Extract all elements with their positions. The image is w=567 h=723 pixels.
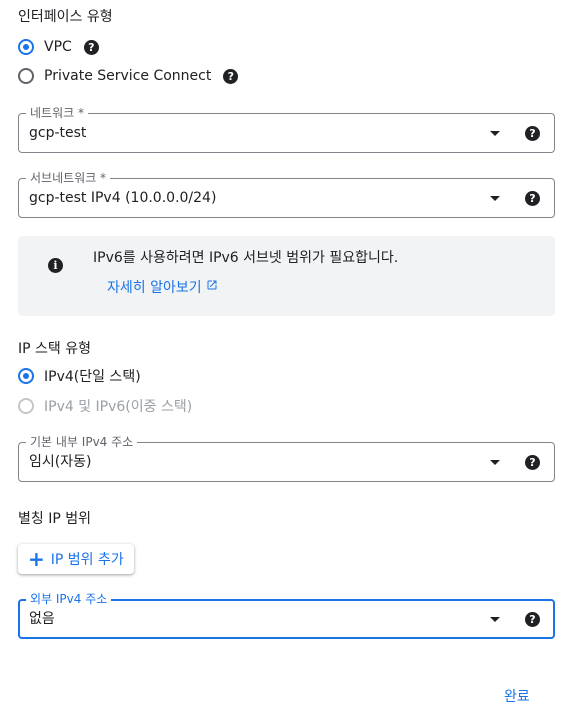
- caret-down-icon[interactable]: [490, 131, 500, 136]
- external-ipv4-label: 외부 IPv4 주소: [26, 592, 112, 606]
- alias-ip-title: 별칭 IP 범위: [18, 511, 91, 527]
- radio-dual-stack-label: IPv4 및 IPv6(이중 스택): [44, 399, 193, 415]
- help-icon[interactable]: ?: [525, 191, 540, 206]
- caret-down-icon[interactable]: [490, 196, 500, 201]
- radio-vpc-label: VPC: [44, 39, 72, 55]
- radio-ipv4-ipv6-dual: IPv4 및 IPv6(이중 스택): [18, 395, 192, 417]
- help-icon[interactable]: ?: [83, 39, 99, 55]
- plus-icon: +: [28, 547, 45, 571]
- network-select[interactable]: 네트워크 * gcp-test ?: [18, 106, 555, 153]
- subnetwork-value: gcp-test IPv4 (10.0.0.0/24): [29, 190, 217, 206]
- radio-private-service-connect[interactable]: Private Service Connect ?: [18, 65, 239, 87]
- interface-type-title: 인터페이스 유형: [18, 9, 113, 25]
- add-ip-range-button[interactable]: + IP 범위 추가: [18, 544, 134, 574]
- external-ipv4-select[interactable]: 외부 IPv4 주소 없음 ?: [18, 592, 555, 639]
- radio-indicator[interactable]: [18, 68, 34, 84]
- add-ip-range-label: IP 범위 추가: [50, 552, 124, 568]
- radio-indicator: [18, 398, 34, 414]
- help-icon[interactable]: ?: [525, 126, 540, 141]
- help-icon[interactable]: ?: [525, 455, 540, 470]
- caret-down-icon[interactable]: [490, 460, 500, 465]
- caret-down-icon[interactable]: [490, 617, 500, 622]
- learn-more-label: 자세히 알아보기: [107, 280, 202, 296]
- network-value: gcp-test: [29, 125, 87, 141]
- ipv6-notice-text: IPv6를 사용하려면 IPv6 서브넷 범위가 필요합니다.: [93, 250, 399, 266]
- ipv6-notice: i IPv6를 사용하려면 IPv6 서브넷 범위가 필요합니다. 자세히 알아…: [18, 236, 555, 316]
- primary-ipv4-value: 임시(자동): [29, 454, 92, 470]
- primary-internal-ipv4-select[interactable]: 기본 내부 IPv4 주소 임시(자동) ?: [18, 435, 555, 482]
- radio-psc-label: Private Service Connect: [44, 68, 212, 84]
- subnetwork-label: 서브네트워크 *: [26, 171, 111, 185]
- radio-vpc[interactable]: VPC ?: [18, 36, 99, 58]
- primary-ipv4-label: 기본 내부 IPv4 주소: [26, 435, 138, 449]
- open-in-new-icon: [206, 279, 218, 295]
- external-ipv4-value: 없음: [29, 611, 55, 627]
- subnetwork-select[interactable]: 서브네트워크 * gcp-test IPv4 (10.0.0.0/24) ?: [18, 171, 555, 218]
- radio-indicator[interactable]: [18, 39, 34, 55]
- help-icon[interactable]: ?: [223, 68, 239, 84]
- learn-more-link[interactable]: 자세히 알아보기: [107, 277, 218, 297]
- network-label: 네트워크 *: [26, 106, 88, 120]
- info-icon: i: [48, 258, 63, 273]
- radio-indicator[interactable]: [18, 368, 34, 384]
- radio-ipv4-single[interactable]: IPv4(단일 스택): [18, 365, 141, 387]
- ip-stack-title: IP 스택 유형: [18, 341, 91, 357]
- radio-ipv4-single-label: IPv4(단일 스택): [44, 369, 141, 385]
- help-icon[interactable]: ?: [525, 612, 540, 627]
- done-button[interactable]: 완료: [504, 686, 530, 706]
